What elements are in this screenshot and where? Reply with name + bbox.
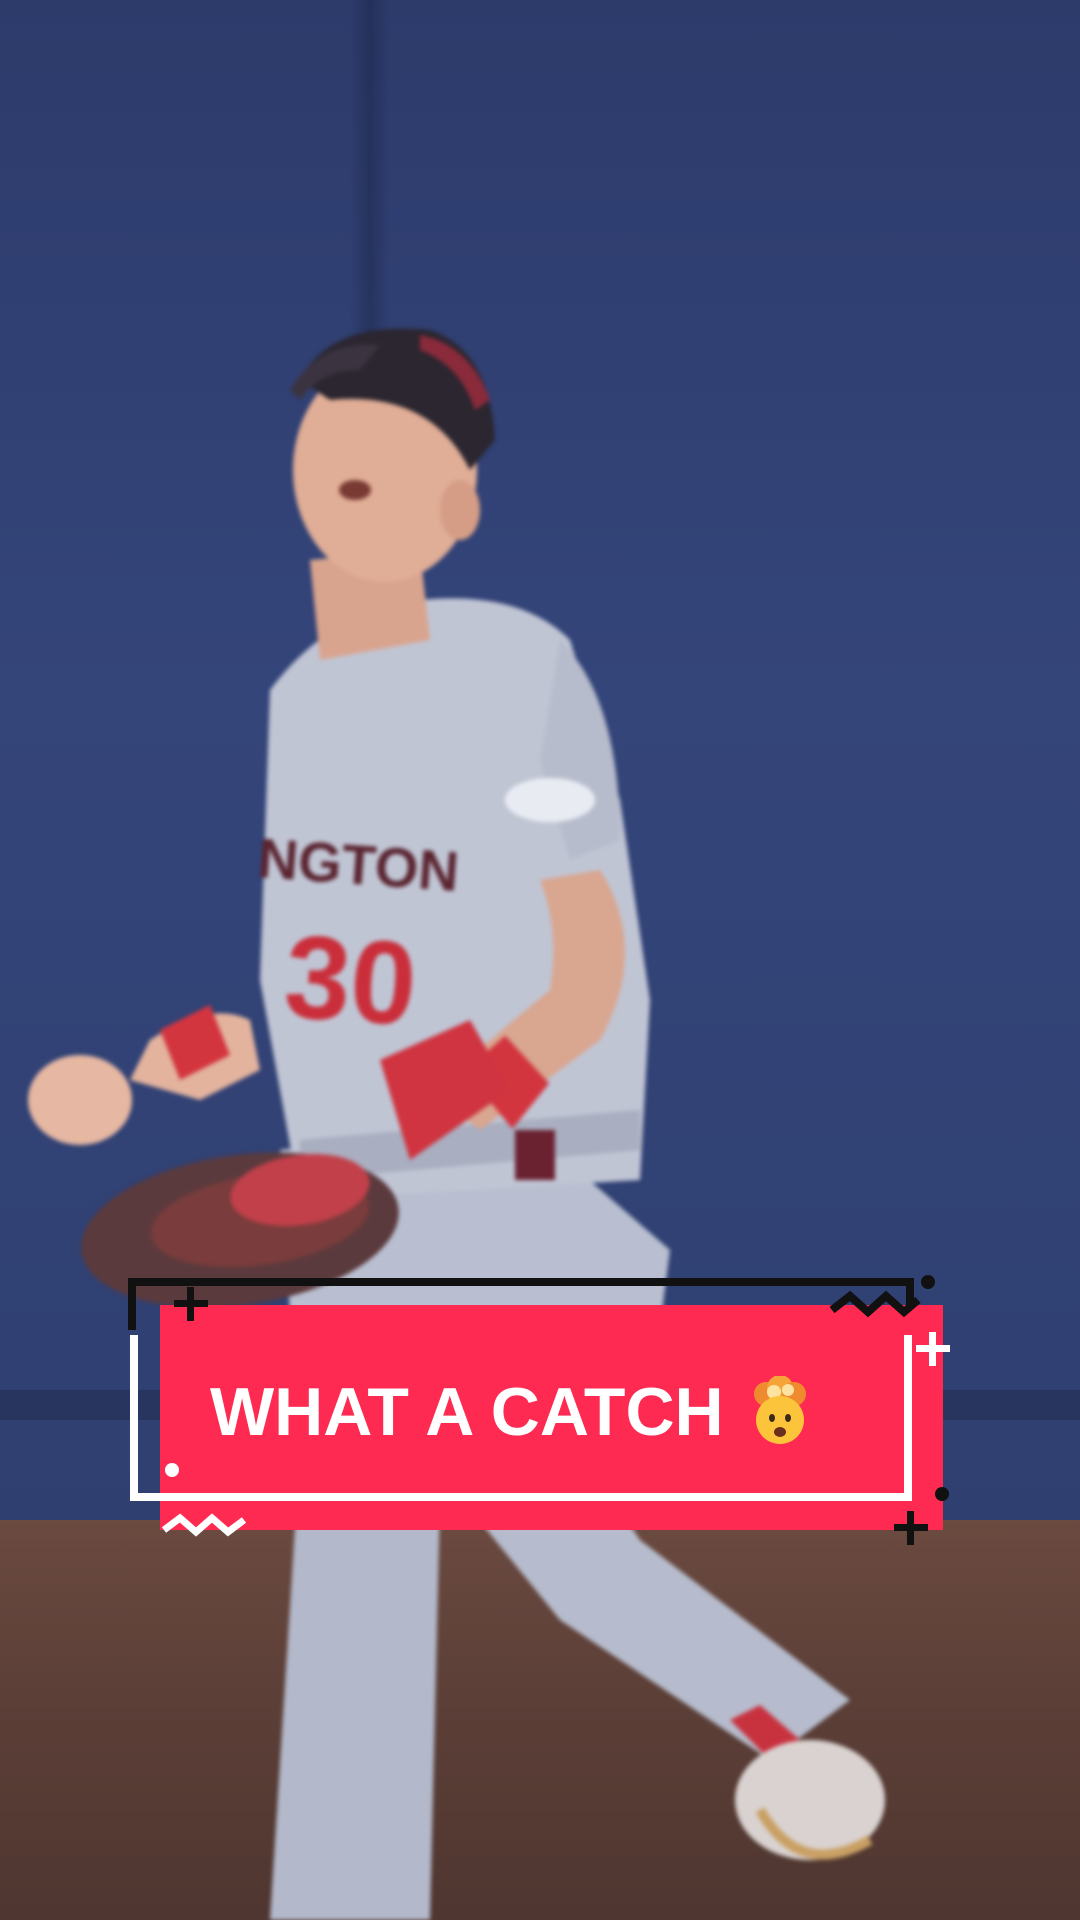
video-frame: NGTON 30 WHAT A CATCH [0,0,1080,1920]
caption-text: WHAT A CATCH [210,1374,724,1450]
caption: WHAT A CATCH [210,1362,910,1462]
exploding-head-emoji-icon [753,1376,806,1444]
caption-sticker-frame [130,1275,950,1545]
